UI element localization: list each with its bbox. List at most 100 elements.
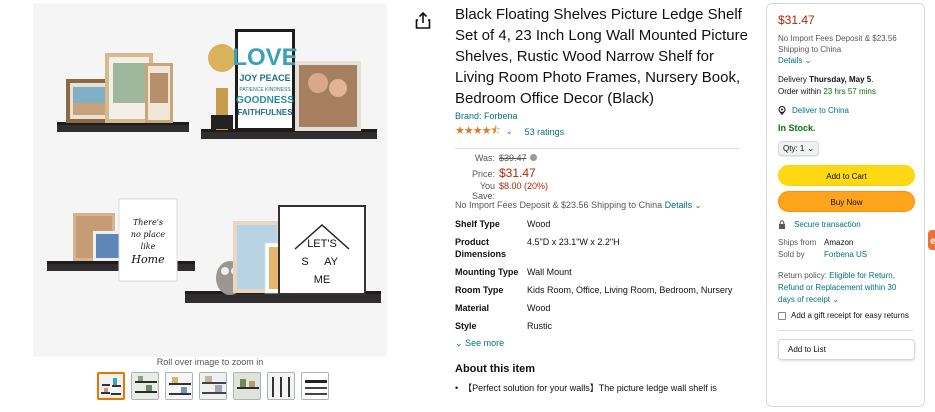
thumbnail-strip — [97, 372, 329, 400]
home-line-3: like — [141, 242, 156, 251]
price-table: Was: $39.47 Price: $31.47 You Save: $8.0… — [455, 153, 755, 201]
chevron-down-icon[interactable]: ⌄ — [832, 295, 839, 304]
love-line-3: GOODNESS — [236, 95, 294, 106]
rating-row: ★★★★⯪ ⌄ 53 ratings — [455, 122, 755, 141]
shelves-photo: LOVE JOY PEACE PATIENCE KINDNESS GOODNES… — [33, 3, 387, 357]
main-product-image[interactable]: LOVE JOY PEACE PATIENCE KINDNESS GOODNES… — [33, 3, 387, 357]
love-big-text: LOVE — [232, 44, 297, 71]
spec-value: Kids Room, Office, Living Room, Bedroom,… — [527, 285, 733, 295]
svg-text:e: e — [930, 236, 935, 247]
spec-key: Product Dimensions — [455, 237, 507, 259]
delivery-prefix: Delivery — [778, 75, 807, 84]
spec-value: Wood — [527, 303, 551, 313]
import-details-link[interactable]: Details — [665, 200, 693, 210]
buybox-import-note: No Import Fees Deposit & $23.56 Shipping… — [778, 33, 913, 66]
home-line-1: There's — [133, 218, 163, 227]
spec-key: Shelf Type — [455, 219, 500, 229]
seller-info: Ships from Amazon Sold by Forbena US — [778, 237, 913, 261]
thumbnail-6[interactable] — [267, 372, 295, 400]
sold-by-link[interactable]: Forbena US — [824, 249, 867, 261]
secure-transaction-link[interactable]: Secure transaction — [778, 220, 913, 229]
spec-value: Rustic — [527, 321, 553, 331]
divider — [455, 148, 740, 149]
spec-row: Material Wood — [455, 302, 755, 314]
was-label: Was: — [474, 153, 495, 163]
spec-key: Style — [455, 321, 477, 331]
thumbnail-1[interactable] — [97, 372, 125, 400]
love-line-4: FAITHFULNES — [237, 108, 293, 117]
divider — [778, 330, 913, 331]
shelf-top-left — [57, 124, 189, 132]
spec-row: Style Rustic — [455, 320, 755, 332]
buybox-import-text: No Import Fees Deposit & $23.56 Shipping… — [778, 34, 897, 54]
buybox-price: $31.47 — [778, 13, 815, 27]
chevron-down-icon: ⌄ — [455, 338, 463, 348]
lets-line-3: AY — [324, 256, 339, 268]
brand-link[interactable]: Brand: Forbena — [455, 111, 755, 121]
sold-by-label: Sold by — [778, 250, 805, 259]
about-bullet-text: 【Perfect solution for your walls】The pic… — [463, 383, 717, 393]
buy-box: $31.47 No Import Fees Deposit & $23.56 S… — [766, 3, 925, 407]
thumbnail-5[interactable] — [233, 372, 261, 400]
price-label: Price: — [471, 169, 495, 179]
product-info: Black Floating Shelves Picture Ledge She… — [455, 4, 755, 394]
gift-receipt-checkbox[interactable] — [778, 312, 786, 320]
lock-icon — [779, 220, 785, 229]
home-line-2: no place — [131, 230, 165, 239]
buy-now-button[interactable]: Buy Now — [778, 191, 915, 212]
thumbnail-4[interactable] — [199, 372, 227, 400]
spec-row: Mounting Type Wall Mount — [455, 266, 755, 278]
save-label: You Save: — [471, 181, 495, 201]
add-to-cart-button[interactable]: Add to Cart — [778, 165, 915, 186]
thumbnail-3[interactable] — [165, 372, 193, 400]
was-price: $39.47 — [499, 153, 527, 163]
share-icon[interactable] — [412, 10, 434, 32]
spec-row: Shelf Type Wood — [455, 218, 755, 230]
deliver-to-link[interactable]: Deliver to China — [778, 106, 913, 115]
home-line-4: Home — [130, 253, 165, 266]
save-value: $8.00 (20%) — [499, 181, 549, 191]
current-price: $31.47 — [499, 166, 536, 180]
import-fees-line: No Import Fees Deposit & $23.56 Shipping… — [455, 200, 755, 210]
delivery-info: Delivery Thursday, May 5. Order within 2… — [778, 75, 876, 96]
gift-receipt-option[interactable]: Add a gift receipt for easy returns — [778, 310, 913, 322]
bullet-icon: • — [455, 383, 464, 393]
spec-row: Room Type Kids Room, Office, Living Room… — [455, 284, 755, 296]
star-rating-icon[interactable]: ★★★★⯪ — [455, 122, 501, 141]
love-line-2: PATIENCE KINDNESS — [239, 87, 291, 93]
side-badge-icon[interactable]: e — [926, 229, 935, 251]
spec-value: Wall Mount — [527, 267, 572, 277]
order-within-prefix: Order within — [778, 87, 822, 96]
info-icon[interactable] — [529, 154, 537, 161]
shelf-top-right — [201, 131, 377, 139]
return-policy-label: Return policy: — [778, 271, 827, 280]
quantity-value: Qty: 1 — [783, 144, 805, 153]
ratings-count-link[interactable]: 53 ratings — [525, 127, 565, 137]
lets-line-1: LET'S — [307, 238, 337, 250]
stock-status: In Stock. — [778, 123, 816, 133]
buybox-details-link[interactable]: Details — [778, 56, 802, 65]
add-to-list-button[interactable]: Add to List — [778, 339, 915, 360]
see-more-link[interactable]: ⌄ See more — [455, 338, 755, 349]
ships-from-label: Ships from — [778, 238, 817, 247]
thumbnail-2[interactable] — [131, 372, 159, 400]
product-title: Black Floating Shelves Picture Ledge She… — [455, 6, 748, 107]
thumbnail-7[interactable] — [301, 372, 329, 400]
chevron-down-icon[interactable]: ⌄ — [805, 56, 812, 65]
return-policy: Return policy: Eligible for Return, Refu… — [778, 270, 913, 306]
spec-key: Room Type — [455, 285, 504, 295]
chevron-down-icon[interactable]: ⌄ — [506, 127, 513, 136]
about-bullet: • 【Perfect solution for your walls】The p… — [455, 381, 755, 394]
ships-from-value: Amazon — [824, 238, 854, 247]
quantity-select[interactable]: Qty: 1 ⌄ — [778, 141, 820, 156]
spec-key: Material — [455, 303, 490, 313]
spec-key: Mounting Type — [455, 267, 519, 277]
secure-transaction-label: Secure transaction — [794, 220, 861, 229]
lets-line-2: S — [301, 256, 308, 268]
import-fees-text: No Import Fees Deposit & $23.56 Shipping… — [455, 200, 663, 210]
chevron-down-icon[interactable]: ⌄ — [695, 201, 702, 210]
love-line-1: JOY PEACE — [239, 73, 290, 83]
deliver-to-label: Deliver to China — [792, 106, 849, 115]
about-heading: About this item — [455, 363, 536, 375]
location-pin-icon — [778, 106, 786, 115]
